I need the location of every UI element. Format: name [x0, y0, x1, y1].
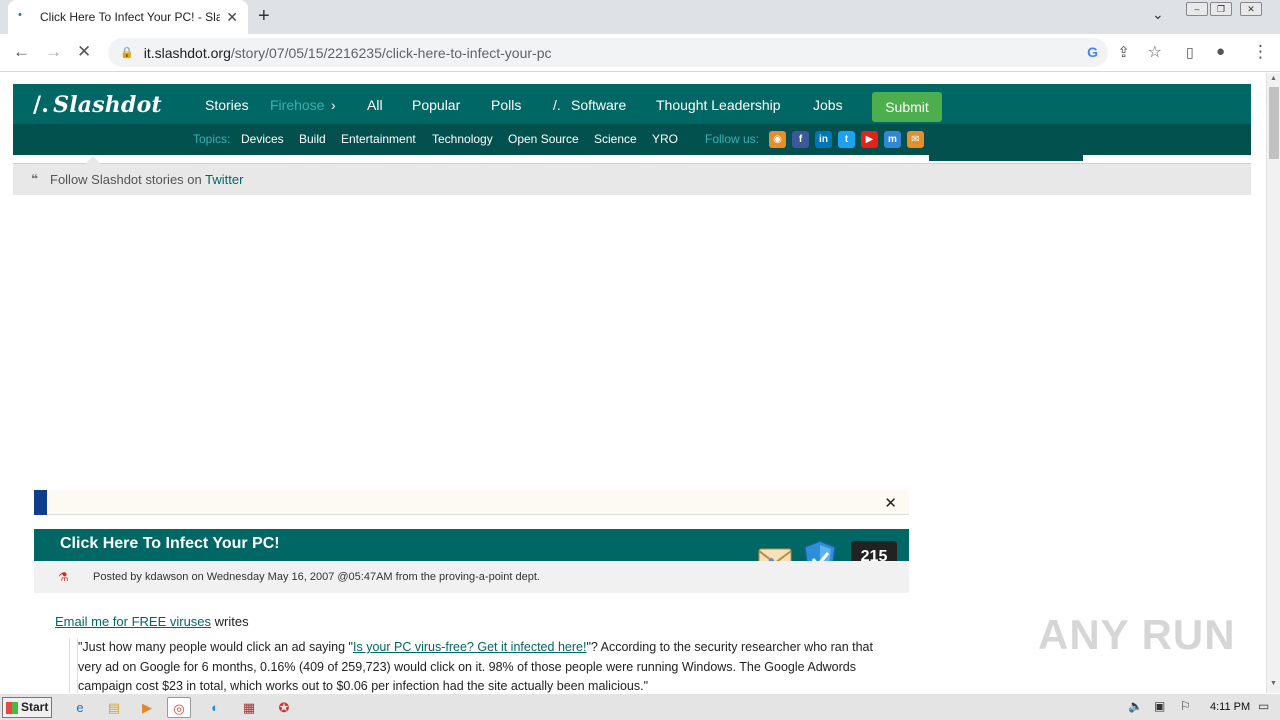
follow-bar: ❝ Follow Slashdot stories on Twitter [13, 156, 1251, 195]
youtube-icon[interactable]: ▶ [861, 131, 878, 148]
topic-entertainment[interactable]: Entertainment [341, 132, 416, 146]
url-path: /story/07/05/15/2216235/click-here-to-in… [230, 44, 552, 61]
media-player-icon[interactable]: ▶ [135, 697, 159, 718]
topic-science[interactable]: Science [594, 132, 637, 146]
twitter-link[interactable]: Twitter [205, 172, 243, 187]
menu-kebab-icon[interactable]: ⋮ [1252, 42, 1269, 62]
browser-tab[interactable]: • Click Here To Infect Your PC! - Slashd… [8, 0, 248, 34]
submitter-suffix: writes [214, 614, 249, 629]
start-label: Start [21, 700, 49, 714]
window-close-icon[interactable]: ✕ [1240, 2, 1262, 16]
slashdot-mark-icon: /. [33, 92, 50, 118]
profile-icon[interactable]: ● [1216, 42, 1225, 62]
primary-nav: /. Slashdot Stories Firehose › All Popula… [13, 84, 1251, 124]
story-body-link[interactable]: Is your PC virus-free? Get it infected h… [353, 640, 586, 654]
linkedin-icon[interactable]: in [815, 131, 832, 148]
topic-build[interactable]: Build [299, 132, 326, 146]
volume-icon[interactable]: 🔈 [1128, 699, 1143, 713]
lock-icon: 🔒 [120, 47, 134, 59]
file-explorer-icon[interactable]: ▤ [102, 697, 126, 718]
address-bar[interactable]: 🔒 it.slashdot.org/story/07/05/15/2216235… [108, 38, 1162, 67]
slashdot-logo[interactable]: /. Slashdot [33, 92, 162, 118]
submitter-link[interactable]: Email me for FREE viruses [55, 614, 211, 629]
minimize-icon[interactable]: – [1186, 2, 1208, 16]
share-icon[interactable]: ⇪ [1117, 43, 1130, 61]
side-panel-icon[interactable]: ▯ [1186, 42, 1194, 62]
stop-loading-icon[interactable]: ✕ [77, 42, 91, 62]
topics-nav: Topics: Devices Build Entertainment Tech… [13, 124, 1251, 155]
close-tab-icon[interactable]: ✕ [226, 9, 238, 26]
follow-text-label: Follow Slashdot stories on [50, 172, 202, 187]
follow-text: Follow Slashdot stories on Twitter [50, 172, 243, 187]
chevron-right-icon[interactable]: › [331, 97, 336, 113]
url-host: it.slashdot.org [143, 44, 231, 61]
slashdot-favicon-icon: • [18, 9, 22, 21]
show-desktop-icon[interactable]: ▭ [1258, 699, 1269, 713]
edge-icon[interactable]: ◐ [203, 697, 227, 718]
story-title[interactable]: Click Here To Infect Your PC! [60, 535, 280, 553]
page-scrollbar[interactable]: ▲ ▼ [1266, 73, 1280, 693]
logo-text: Slashdot [53, 92, 162, 118]
story-body: "Just how many people would click an ad … [77, 638, 887, 693]
topic-technology[interactable]: Technology [432, 132, 493, 146]
windows-taskbar: Start e ▤ ▶ ◎ ◐ ▦ ✪ 🔈 ▣ ⚐ 4:11 PM ▭ [0, 693, 1280, 720]
tab-title: Click Here To Infect Your PC! - Slashd [40, 10, 220, 24]
nav-link-all[interactable]: All [367, 97, 383, 113]
flask-icon: ⚗ [58, 570, 69, 584]
anyrun-watermark: ANY RUN [1038, 611, 1236, 658]
email-icon[interactable]: ✉ [907, 131, 924, 148]
topic-open-source[interactable]: Open Source [508, 132, 579, 146]
nav-dropdown-tab [929, 155, 1083, 161]
topics-label: Topics: [193, 132, 231, 146]
start-button[interactable]: Start [2, 697, 52, 718]
software-slash-icon: /. [553, 97, 561, 113]
nav-link-popular[interactable]: Popular [412, 97, 460, 113]
scrollbar-thumb[interactable] [1269, 87, 1279, 159]
scroll-down-icon[interactable]: ▼ [1270, 680, 1277, 687]
ad-banner-accent [34, 490, 47, 515]
posted-by-line: Posted by kdawson on Wednesday May 16, 2… [93, 571, 540, 583]
bookmark-star-icon[interactable]: ☆ [1148, 42, 1162, 62]
quote-rule [69, 638, 70, 693]
nav-link-polls[interactable]: Polls [491, 97, 521, 113]
network-icon[interactable]: ▣ [1154, 699, 1165, 713]
story-meta: ⚗ Posted by kdawson on Wednesday May 16,… [34, 561, 909, 593]
rss-icon[interactable]: ◉ [769, 131, 786, 148]
mastodon-icon[interactable]: m [884, 131, 901, 148]
submit-button[interactable]: Submit [872, 92, 942, 122]
restore-icon[interactable]: ❐ [1210, 2, 1232, 16]
nav-link-firehose[interactable]: Firehose [270, 97, 324, 113]
system-clock[interactable]: 4:11 PM [1210, 701, 1250, 713]
windows-logo-icon [6, 702, 18, 714]
winrar-icon[interactable]: ▦ [237, 697, 261, 718]
ad-banner: ✕ [34, 490, 909, 515]
action-center-flag-icon[interactable]: ⚐ [1180, 699, 1191, 713]
topic-yro[interactable]: YRO [652, 132, 678, 146]
topic-devices[interactable]: Devices [241, 132, 284, 146]
page-viewport: /. Slashdot Stories Firehose › All Popula… [0, 73, 1266, 693]
facebook-icon[interactable]: f [792, 131, 809, 148]
back-icon[interactable]: ← [13, 42, 30, 62]
nav-link-software[interactable]: Software [571, 97, 626, 113]
nav-link-jobs[interactable]: Jobs [813, 97, 843, 113]
tab-search-icon[interactable]: ⌄ [1152, 6, 1164, 23]
nav-link-stories[interactable]: Stories [205, 97, 249, 113]
browser-tab-bar: • Click Here To Infect Your PC! - Slashd… [0, 0, 1280, 34]
close-ad-icon[interactable]: ✕ [884, 494, 897, 512]
google-lens-icon[interactable]: G [1087, 44, 1098, 60]
follow-us-label: Follow us: [705, 132, 760, 146]
browser-toolbar: ← → ✕ 🔒 it.slashdot.org/story/07/05/15/2… [0, 34, 1280, 72]
submitter-line: Email me for FREE viruses writes [55, 614, 249, 629]
quote-icon: ❝ [31, 172, 39, 186]
new-tab-icon[interactable]: + [258, 5, 270, 28]
scroll-up-icon[interactable]: ▲ [1270, 75, 1277, 82]
internet-explorer-icon[interactable]: e [68, 697, 92, 718]
chrome-icon[interactable]: ◎ [167, 697, 191, 718]
nav-link-thought-leadership[interactable]: Thought Leadership [656, 97, 781, 113]
story-body-pre: "Just how many people would click an ad … [78, 640, 353, 654]
follow-bar-pointer [85, 156, 101, 164]
twitter-icon[interactable]: t [838, 131, 855, 148]
forward-icon[interactable]: → [45, 42, 62, 62]
security-app-icon[interactable]: ✪ [272, 697, 296, 718]
